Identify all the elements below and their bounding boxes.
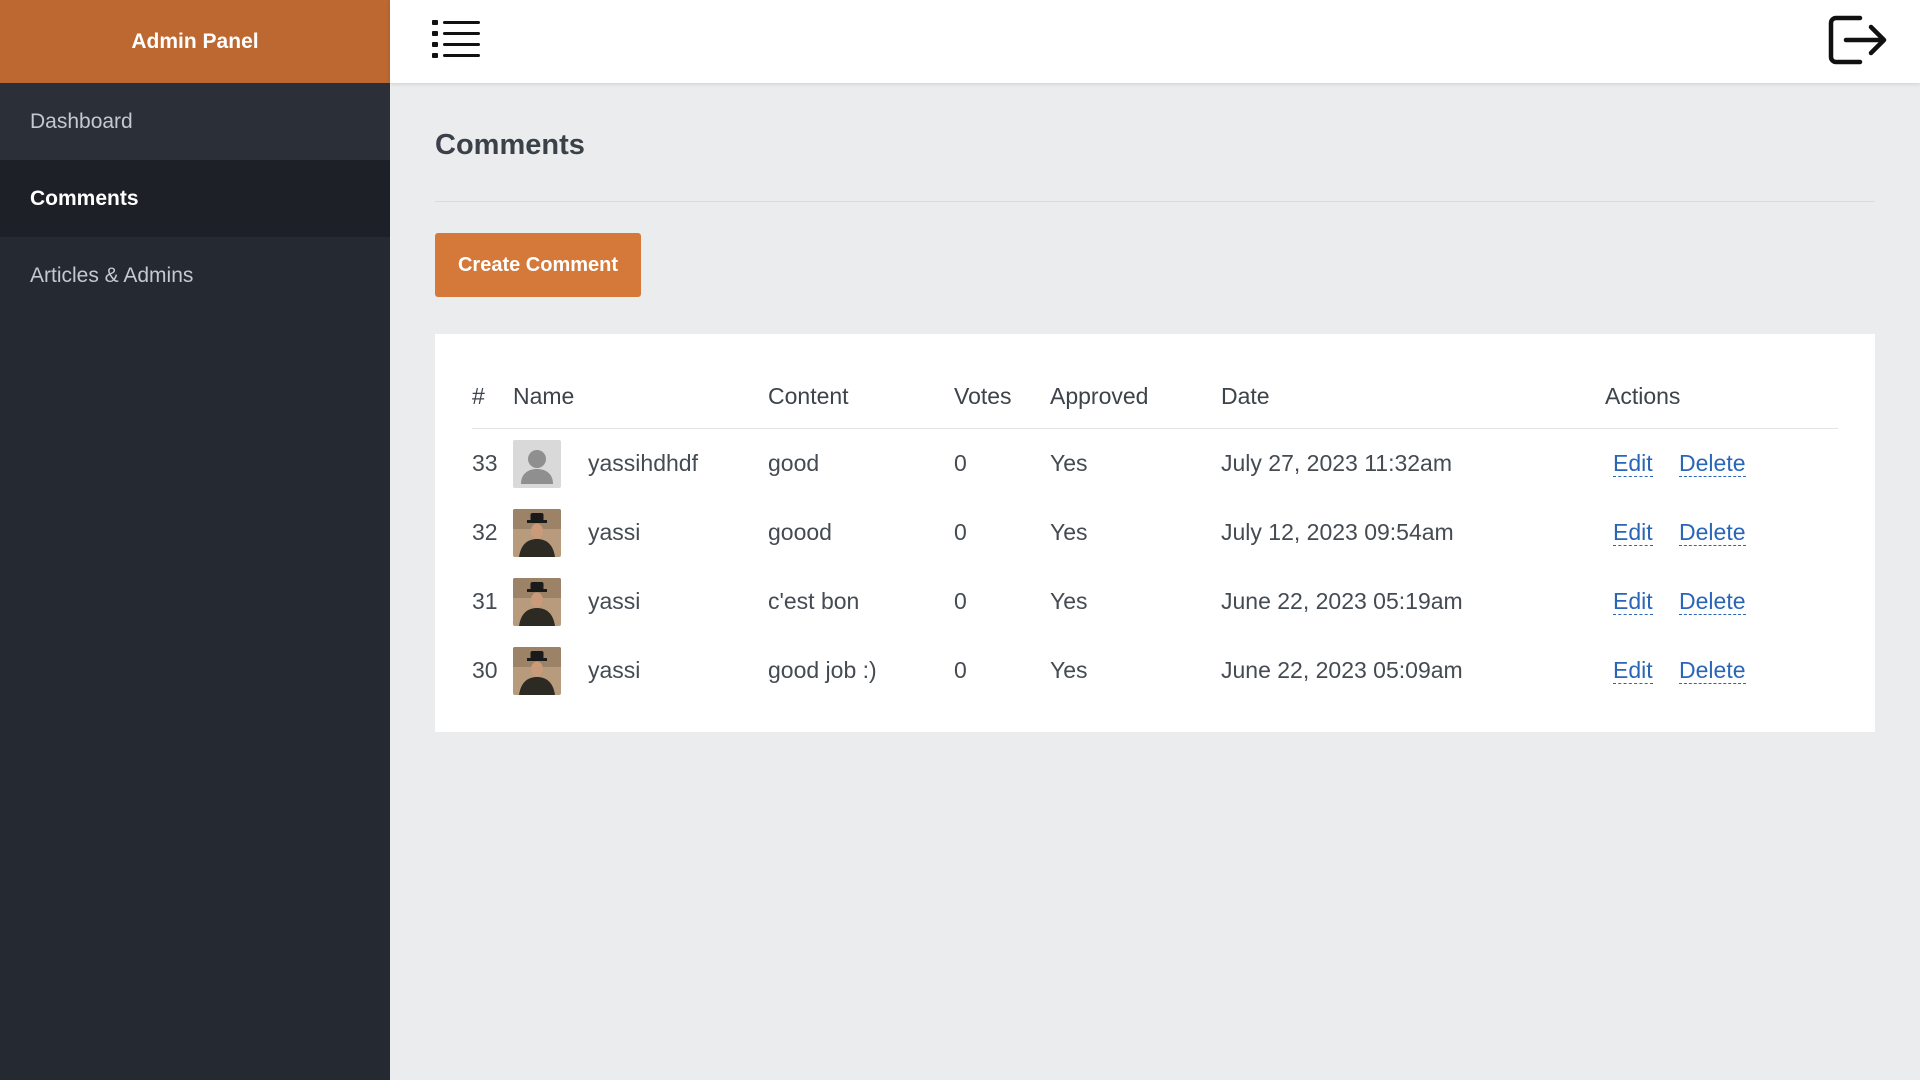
user-photo-avatar [513,508,561,557]
actions-cell: Edit Delete [1605,567,1838,636]
header-id: # [472,364,513,429]
comment-votes: 0 [954,450,967,476]
topbar [390,0,1920,83]
sidebar-item-dashboard[interactable]: Dashboard [0,83,390,160]
brand-title: Admin Panel [0,0,390,83]
comment-id: 30 [472,657,498,683]
comment-date: July 27, 2023 11:32am [1221,450,1453,476]
user-name: yassi [588,519,641,545]
comments-table: # Name Content Votes Approved Date Actio… [472,364,1838,705]
comment-votes: 0 [954,657,967,683]
table-row: 32 yassi goood 0 Yes July 12, 2023 09:54… [472,498,1838,567]
comment-approved: Yes [1050,450,1088,476]
comment-content: goood [768,519,832,545]
actions-cell: Edit Delete [1605,498,1838,567]
name-cell: yassihdhdf [513,429,768,499]
comments-card: # Name Content Votes Approved Date Actio… [435,334,1875,732]
user-photo-avatar [513,577,561,626]
name-cell: yassi [513,636,768,705]
name-cell: yassi [513,567,768,636]
title-divider [435,201,1875,202]
create-comment-button[interactable]: Create Comment [435,233,641,297]
delete-link[interactable]: Delete [1679,450,1746,477]
edit-link[interactable]: Edit [1613,657,1653,684]
comment-content: good job :) [768,657,877,683]
main-content: Comments Create Comment # Name Content V… [435,83,1875,732]
delete-link[interactable]: Delete [1679,588,1746,615]
comment-id: 31 [472,588,498,614]
sidebar-item-articles-admins[interactable]: Articles & Admins [0,237,390,314]
comment-content: good [768,450,820,476]
comment-votes: 0 [954,519,967,545]
header-content: Content [768,364,954,429]
comment-id: 32 [472,519,498,545]
header-name: Name [513,364,768,429]
comment-date: June 22, 2023 05:19am [1221,588,1463,614]
header-date: Date [1221,364,1605,429]
user-name: yassi [588,588,641,614]
comment-date: July 12, 2023 09:54am [1221,519,1454,545]
admin-app: Admin Panel Dashboard Comments Articles … [0,0,1920,1080]
default-user-avatar-icon [513,439,561,488]
edit-link[interactable]: Edit [1613,450,1653,477]
comment-votes: 0 [954,588,967,614]
page-title: Comments [435,129,585,161]
comment-content: c'est bon [768,588,860,614]
user-name: yassi [588,657,641,683]
table-row: 30 yassi good job:) 0 Yes June 22, 2023… [472,636,1838,705]
delete-link[interactable]: Delete [1679,657,1746,684]
table-row: 31 yassi c'est bon 0 Yes June 22, 2023 0… [472,567,1838,636]
delete-link[interactable]: Delete [1679,519,1746,546]
comment-approved: Yes [1050,519,1088,545]
table-header-row: # Name Content Votes Approved Date Actio… [472,364,1838,429]
sidebar-nav: Dashboard Comments Articles & Admins [0,83,390,314]
actions-cell: Edit Delete [1605,429,1838,499]
edit-link[interactable]: Edit [1613,519,1653,546]
user-photo-avatar [513,646,561,695]
header-votes: Votes [954,364,1050,429]
header-actions: Actions [1605,364,1838,429]
user-name: yassihdhdf [588,450,698,476]
actions-cell: Edit Delete [1605,636,1838,705]
comment-approved: Yes [1050,588,1088,614]
table-row: 33 yassihdhdf good 0 Yes July 27, 2023 1… [472,429,1838,499]
sidebar-item-comments[interactable]: Comments [0,160,390,237]
comment-id: 33 [472,450,498,476]
hamburger-menu-icon[interactable] [430,16,486,64]
header-approved: Approved [1050,364,1221,429]
comment-date: June 22, 2023 05:09am [1221,657,1463,683]
edit-link[interactable]: Edit [1613,588,1653,615]
comment-approved: Yes [1050,657,1088,683]
sidebar: Admin Panel Dashboard Comments Articles … [0,0,390,1080]
name-cell: yassi [513,498,768,567]
logout-icon[interactable] [1826,12,1888,68]
